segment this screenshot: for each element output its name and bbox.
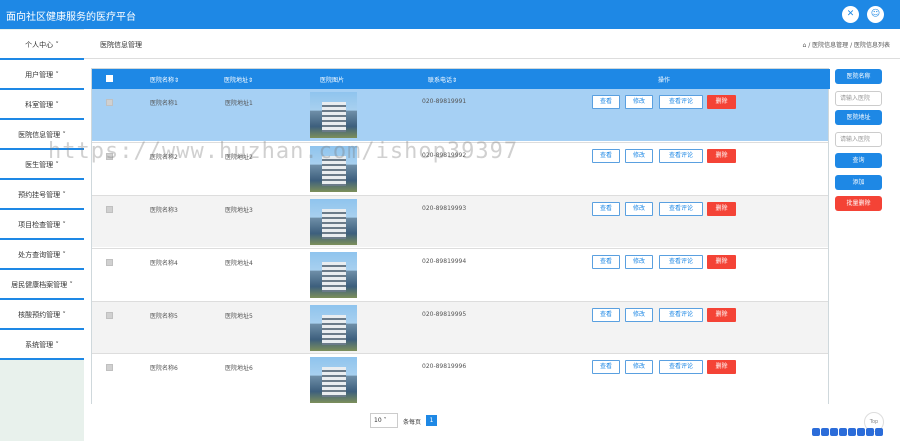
add-button[interactable]: 添加: [835, 175, 882, 190]
user-icon[interactable]: ☺: [867, 6, 884, 23]
table-row[interactable]: 医院名称4 医院地址4 020-89819994 查看 修改 查看评论 删除: [92, 248, 828, 300]
table-row[interactable]: 医院名称6 医院地址6 020-89819996 查看 修改 查看评论 删除: [92, 353, 828, 405]
edit-button[interactable]: 修改: [625, 360, 653, 374]
view-button[interactable]: 查看: [592, 308, 620, 322]
row-checkbox[interactable]: [106, 206, 113, 213]
delete-button[interactable]: 删除: [707, 308, 736, 322]
edit-button[interactable]: 修改: [625, 308, 653, 322]
delete-button[interactable]: 删除: [707, 255, 736, 269]
hospital-name-label: 医院名称: [835, 69, 882, 84]
app-title: 面向社区健康服务的医疗平台: [6, 12, 136, 23]
view-button[interactable]: 查看: [592, 202, 620, 216]
edit-button[interactable]: 修改: [625, 255, 653, 269]
sidebar-item-system[interactable]: 系统管理 ˅: [0, 330, 84, 360]
top-bar: 面向社区健康服务的医疗平台 ✕ ☺: [0, 0, 900, 29]
column-header[interactable]: 医院地址⇕: [224, 75, 253, 84]
view-comments-button[interactable]: 查看评论: [659, 95, 703, 109]
table-row[interactable]: 医院名称3 医院地址3 020-89819993 查看 修改 查看评论 删除: [92, 195, 828, 247]
view-button[interactable]: 查看: [592, 255, 620, 269]
column-header[interactable]: 医院名称⇕: [150, 75, 179, 84]
sidebar-item-personal-center[interactable]: 个人中心 ˅: [0, 30, 84, 60]
hospital-image: [310, 357, 357, 403]
view-button[interactable]: 查看: [592, 149, 620, 163]
delete-button[interactable]: 删除: [707, 202, 736, 216]
sidebar: 个人中心 ˅ 用户管理 ˅ 科室管理 ˅ 医院信息管理 ˅ 医生管理 ˅ 预约挂…: [0, 29, 84, 441]
view-comments-button[interactable]: 查看评论: [659, 360, 703, 374]
view-comments-button[interactable]: 查看评论: [659, 149, 703, 163]
table-row[interactable]: 医院名称5 医院地址5 020-89819995 查看 修改 查看评论 删除: [92, 301, 828, 353]
ime-icon[interactable]: [812, 428, 820, 436]
sidebar-item-departments[interactable]: 科室管理 ˅: [0, 90, 84, 120]
tray-icon[interactable]: [830, 428, 838, 436]
chevron-down-icon: ˅: [383, 417, 387, 424]
page-size-label: 条每页: [403, 419, 422, 426]
close-icon[interactable]: ✕: [842, 6, 859, 23]
sidebar-item-health-records[interactable]: 居民健康档案管理 ˅: [0, 270, 84, 300]
table-row[interactable]: 医院名称1 医院地址1 020-89819991 查看 修改 查看评论 删除: [92, 89, 828, 141]
sidebar-item-appointments[interactable]: 预约挂号管理 ˅: [0, 180, 84, 210]
view-button[interactable]: 查看: [592, 95, 620, 109]
hospital-image: [310, 199, 357, 245]
delete-button[interactable]: 删除: [707, 95, 736, 109]
sidebar-item-examinations[interactable]: 项目检查管理 ˅: [0, 210, 84, 240]
watermark: https://www.huzhan.com/ishop39397: [48, 139, 519, 164]
hospital-image: [310, 305, 357, 351]
row-checkbox[interactable]: [106, 99, 113, 106]
view-button[interactable]: 查看: [592, 360, 620, 374]
sidebar-item-prescriptions[interactable]: 处方查询管理 ˅: [0, 240, 84, 270]
hospital-address-input[interactable]: 请输入医院: [835, 132, 882, 147]
settings-icon[interactable]: [875, 428, 883, 436]
view-comments-button[interactable]: 查看评论: [659, 202, 703, 216]
home-icon[interactable]: ⌂: [803, 42, 807, 49]
tray-icon[interactable]: [857, 428, 865, 436]
tray-icon[interactable]: [839, 428, 847, 436]
hospital-image: [310, 92, 357, 138]
tray-icon[interactable]: [866, 428, 874, 436]
page-title: 医院信息管理: [100, 41, 142, 49]
column-header: 医院图片: [320, 77, 345, 84]
page-header: 医院信息管理 ⌂ / 医院信息管理 / 医院信息列表: [84, 29, 900, 59]
breadcrumb: ⌂ / 医院信息管理 / 医院信息列表: [802, 42, 891, 49]
delete-button[interactable]: 删除: [707, 360, 736, 374]
row-checkbox[interactable]: [106, 312, 113, 319]
column-header[interactable]: 联系电话⇕: [428, 75, 457, 84]
tray-icon[interactable]: [821, 428, 829, 436]
sidebar-item-nucleic-test[interactable]: 核酸预约管理 ˅: [0, 300, 84, 330]
edit-button[interactable]: 修改: [625, 202, 653, 216]
table-header: 医院名称⇕ 医院地址⇕ 医院图片 联系电话⇕ 操作: [92, 69, 830, 89]
row-checkbox[interactable]: [106, 364, 113, 371]
delete-button[interactable]: 删除: [707, 149, 736, 163]
hospital-table: 医院名称⇕ 医院地址⇕ 医院图片 联系电话⇕ 操作 医院名称1 医院地址1 02…: [91, 68, 830, 405]
sidebar-item-users[interactable]: 用户管理 ˅: [0, 60, 84, 90]
batch-delete-button[interactable]: 批量删除: [835, 196, 882, 211]
tray-icon[interactable]: [848, 428, 856, 436]
edit-button[interactable]: 修改: [625, 149, 653, 163]
page-number-current[interactable]: 1: [426, 415, 437, 426]
row-checkbox[interactable]: [106, 259, 113, 266]
column-header: 操作: [658, 77, 671, 84]
system-tray: [812, 428, 900, 441]
hospital-image: [310, 252, 357, 298]
hospital-address-label: 医院地址: [835, 110, 882, 125]
select-all-checkbox[interactable]: [106, 75, 113, 82]
search-button[interactable]: 查询: [835, 153, 882, 168]
view-comments-button[interactable]: 查看评论: [659, 308, 703, 322]
view-comments-button[interactable]: 查看评论: [659, 255, 703, 269]
page-size-select[interactable]: 10 ˅: [370, 413, 398, 428]
hospital-name-input[interactable]: 请输入医院: [835, 91, 882, 106]
edit-button[interactable]: 修改: [625, 95, 653, 109]
